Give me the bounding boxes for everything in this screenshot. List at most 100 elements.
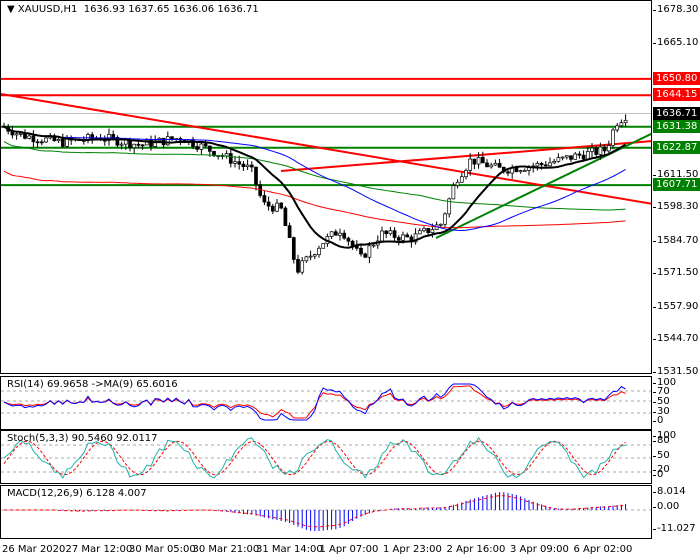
candle xyxy=(388,230,393,235)
candle xyxy=(535,163,540,167)
candle xyxy=(111,134,116,138)
candle xyxy=(119,143,124,146)
time-tick: 30 Mar 21:00 xyxy=(192,544,260,555)
candle xyxy=(430,229,435,234)
stoch-level: 80 xyxy=(653,435,670,446)
candle xyxy=(543,164,548,167)
candle xyxy=(623,119,628,124)
price-level-tag: 1607.71 xyxy=(653,178,700,192)
candle xyxy=(493,162,498,166)
dropdown-icon[interactable]: ▼ xyxy=(7,4,15,15)
price-chart-canvas xyxy=(1,77,651,275)
candle xyxy=(270,205,275,212)
candle xyxy=(367,245,372,258)
rsi-level: 0 xyxy=(652,415,664,426)
candle xyxy=(56,138,61,142)
candle xyxy=(39,141,44,144)
candle xyxy=(384,230,389,235)
price-level-tag: 1636.71 xyxy=(653,106,700,120)
candle xyxy=(422,228,426,232)
candle xyxy=(548,162,552,167)
candle xyxy=(312,254,317,257)
high-value: 1637.65 xyxy=(128,4,170,15)
candle xyxy=(480,156,485,164)
candle xyxy=(275,202,279,212)
candle xyxy=(464,169,468,178)
open-value: 1636.93 xyxy=(83,4,126,15)
candle xyxy=(606,145,611,152)
candle xyxy=(371,244,376,247)
price-tick: 1557.90 xyxy=(652,300,699,312)
candle xyxy=(346,237,351,242)
candle xyxy=(556,157,561,162)
candle xyxy=(468,158,473,171)
candle xyxy=(203,143,208,147)
candle xyxy=(140,144,145,147)
candle xyxy=(266,201,271,207)
stoch-axis: 100 80 50 20 0 xyxy=(652,430,700,484)
candle xyxy=(611,129,615,146)
candle xyxy=(329,231,334,237)
candle xyxy=(363,253,368,258)
macd-axis: 8.014 0.00 -11.027 xyxy=(652,485,700,539)
candle xyxy=(165,136,170,146)
stoch-pane[interactable]: Stoch(5,3,3) 90.5460 92.0117 xyxy=(0,430,652,484)
candle xyxy=(459,176,464,183)
candle xyxy=(539,163,544,166)
candle xyxy=(249,164,254,168)
candle xyxy=(237,161,242,165)
candle xyxy=(170,136,174,140)
time-tick: 1 Apr 23:00 xyxy=(383,544,442,555)
candle xyxy=(35,141,40,144)
candle xyxy=(333,231,338,236)
main-chart[interactable]: ▼ XAUUSD,H1 1636.93 1637.65 1636.06 1636… xyxy=(0,0,652,374)
ma-100-line xyxy=(3,141,626,211)
price-tick: 1665.10 xyxy=(652,36,699,48)
candle xyxy=(615,125,620,131)
candle xyxy=(304,256,309,262)
ma-200-line xyxy=(3,170,626,229)
candle xyxy=(199,143,204,150)
candle xyxy=(224,153,229,157)
candle xyxy=(27,135,32,139)
candle xyxy=(392,230,397,238)
time-tick: 2 Apr 16:00 xyxy=(446,544,506,555)
stoch-level: 50 xyxy=(653,450,670,461)
candle xyxy=(262,195,267,203)
price-level-tag: 1650.80 xyxy=(653,71,700,85)
price-tick: 1584.70 xyxy=(652,234,699,246)
stoch-level: 0 xyxy=(652,469,664,480)
candle xyxy=(14,133,19,136)
candle xyxy=(342,232,347,239)
candle xyxy=(426,228,431,234)
candle xyxy=(241,163,246,167)
candle xyxy=(573,153,578,160)
price-level-tag: 1622.87 xyxy=(653,140,700,154)
candle xyxy=(619,122,624,127)
low-value: 1636.06 xyxy=(172,4,215,15)
candle xyxy=(233,161,237,164)
price-tick: 1678.30 xyxy=(652,4,699,15)
time-tick: 3 Apr 09:00 xyxy=(510,544,569,555)
candle xyxy=(359,247,363,255)
macd-level: -11.027 xyxy=(653,523,696,534)
price-axis[interactable]: 1678.30 1665.10 1611.50 1598.30 1584.70 1571.… xyxy=(652,0,700,377)
rsi-pane[interactable]: RSI(14) 69.9658 ->MA(9) 65.6016 xyxy=(0,376,652,430)
time-tick: 6 Apr 02:00 xyxy=(573,544,633,555)
time-tick: 1 Apr 07:00 xyxy=(319,544,379,555)
macd-pane[interactable]: MACD(12,26,9) 6.128 4.007 xyxy=(0,485,652,539)
time-tick: 31 Mar 14:00 xyxy=(256,544,323,555)
candle xyxy=(338,232,342,236)
candle xyxy=(380,230,384,242)
time-tick: 26 Mar 2020 xyxy=(2,544,66,555)
candle xyxy=(136,143,141,146)
candle xyxy=(522,170,527,172)
candle xyxy=(497,162,502,168)
candle xyxy=(60,138,65,147)
candle xyxy=(443,213,447,225)
candle xyxy=(552,161,557,164)
macd-level: 0.00 xyxy=(652,501,680,512)
macd-level: 8.014 xyxy=(653,486,686,497)
close-value: 1636.71 xyxy=(217,4,259,15)
candle xyxy=(485,162,489,168)
